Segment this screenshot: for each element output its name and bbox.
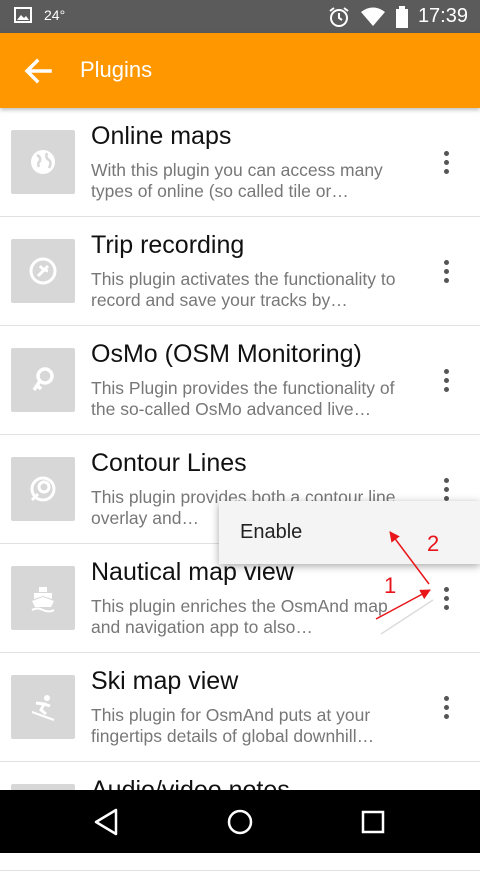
plugin-description: This plugin for OsmAnd puts at your fing… — [91, 705, 375, 746]
plugin-description: With this plugin you can access many typ… — [91, 160, 383, 201]
plugin-name: Online maps — [91, 122, 232, 150]
trip-recording-icon — [11, 239, 75, 303]
plugin-item-online-maps[interactable]: Online maps With this plugin you can acc… — [0, 108, 480, 217]
skier-icon — [11, 675, 75, 739]
plugin-name: Ski map view — [91, 667, 239, 695]
more-options-icon[interactable] — [432, 584, 460, 612]
navigation-bar — [0, 790, 480, 853]
status-bar: 24° 17:39 — [0, 0, 480, 33]
battery-icon — [395, 5, 408, 28]
ship-icon — [11, 566, 75, 630]
plugin-list: Online maps With this plugin you can acc… — [0, 108, 480, 871]
wifi-icon — [360, 7, 385, 26]
plugin-name: Trip recording — [91, 231, 245, 259]
plugin-name: OsMo (OSM Monitoring) — [91, 340, 362, 368]
osmo-icon — [11, 348, 75, 412]
image-icon — [14, 7, 32, 23]
plugin-item-ski-map-view[interactable]: Ski map view This plugin for OsmAnd puts… — [0, 653, 480, 762]
plugin-item-osmo[interactable]: OsMo (OSM Monitoring) This Plugin provid… — [0, 326, 480, 435]
plugin-item-trip-recording[interactable]: Trip recording This plugin activates the… — [0, 217, 480, 326]
popup-menu: Enable — [219, 501, 480, 564]
more-options-icon[interactable] — [432, 366, 460, 394]
clock-text: 17:39 — [417, 5, 468, 27]
back-arrow-icon[interactable] — [22, 55, 54, 87]
plugin-name: Contour Lines — [91, 449, 247, 477]
more-options-icon[interactable] — [432, 257, 460, 285]
contour-icon — [11, 457, 75, 521]
enable-menu-item[interactable]: Enable — [240, 521, 302, 544]
more-options-icon[interactable] — [432, 693, 460, 721]
home-circle-icon[interactable] — [224, 806, 256, 838]
more-options-icon[interactable] — [432, 475, 460, 503]
app-bar: Plugins — [0, 33, 480, 108]
page-title: Plugins — [80, 57, 153, 82]
recents-square-icon[interactable] — [357, 806, 389, 838]
temperature-text: 24° — [44, 7, 66, 23]
globe-icon — [11, 130, 75, 194]
back-triangle-icon[interactable] — [91, 806, 123, 838]
plugin-description: This plugin enriches the OsmAnd map and … — [91, 596, 388, 637]
more-options-icon[interactable] — [432, 148, 460, 176]
alarm-icon — [329, 6, 349, 27]
plugin-description: This Plugin provides the functionality o… — [91, 378, 395, 419]
plugin-description: This plugin activates the functionality … — [91, 269, 396, 310]
